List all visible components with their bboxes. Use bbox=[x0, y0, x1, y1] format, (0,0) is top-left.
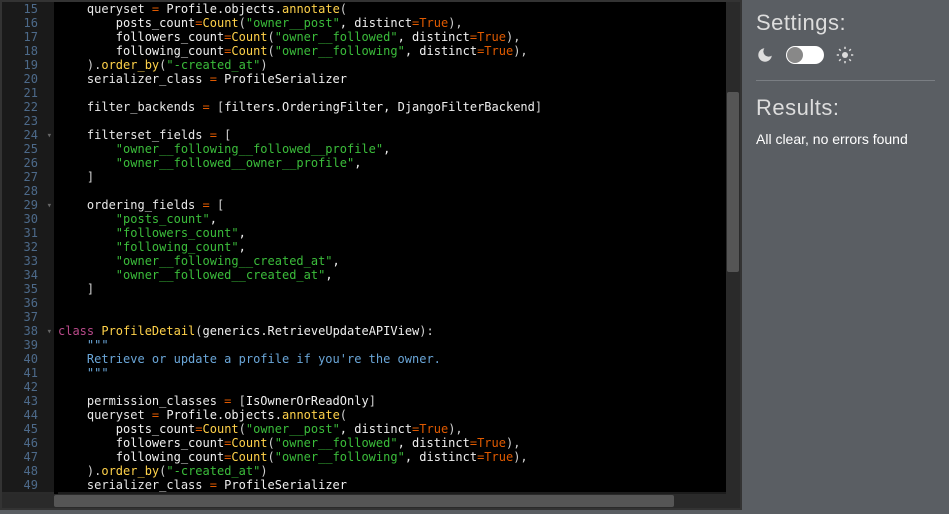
fold-chevron-icon[interactable]: ▾ bbox=[47, 325, 52, 339]
line-number: 31 bbox=[2, 226, 54, 240]
line-number: 43 bbox=[2, 394, 54, 408]
line-number: 24▾ bbox=[2, 128, 54, 142]
line-number: 37 bbox=[2, 310, 54, 324]
vertical-scrollbar-thumb[interactable] bbox=[727, 92, 739, 272]
panel-divider bbox=[756, 80, 935, 81]
horizontal-scrollbar[interactable] bbox=[2, 494, 740, 508]
code-line[interactable]: followers_count=Count("owner__followed",… bbox=[58, 30, 740, 44]
theme-toggle-knob bbox=[787, 47, 803, 63]
line-number: 32 bbox=[2, 240, 54, 254]
line-number: 38▾ bbox=[2, 324, 54, 338]
code-line[interactable]: Retrieve or update a profile if you're t… bbox=[58, 352, 740, 366]
code-line[interactable]: "owner__following__created_at", bbox=[58, 254, 740, 268]
line-number: 22 bbox=[2, 100, 54, 114]
code-line[interactable]: following_count=Count("owner__following"… bbox=[58, 450, 740, 464]
horizontal-scrollbar-thumb[interactable] bbox=[54, 495, 674, 507]
vertical-scrollbar[interactable] bbox=[726, 2, 740, 508]
line-number: 39 bbox=[2, 338, 54, 352]
theme-toggle[interactable] bbox=[786, 46, 824, 64]
line-number: 33 bbox=[2, 254, 54, 268]
line-number: 28 bbox=[2, 184, 54, 198]
fold-chevron-icon[interactable]: ▾ bbox=[47, 199, 52, 213]
code-line[interactable]: serializer_class = ProfileSerializer bbox=[58, 72, 740, 86]
theme-toggle-row bbox=[756, 46, 935, 64]
line-number: 15 bbox=[2, 2, 54, 16]
line-number: 18 bbox=[2, 44, 54, 58]
code-editor-pane[interactable]: 15161718192021222324▾2526272829▾30313233… bbox=[0, 0, 742, 510]
line-number: 49 bbox=[2, 478, 54, 492]
line-number: 36 bbox=[2, 296, 54, 310]
code-line[interactable]: "following_count", bbox=[58, 240, 740, 254]
code-line[interactable]: filterset_fields = [ bbox=[58, 128, 740, 142]
code-line[interactable]: posts_count=Count("owner__post", distinc… bbox=[58, 422, 740, 436]
code-line[interactable]: ).order_by("-created_at") bbox=[58, 464, 740, 478]
side-panel: Settings: Results: All clear, no errors … bbox=[742, 0, 949, 514]
line-number: 26 bbox=[2, 156, 54, 170]
code-line[interactable]: queryset = Profile.objects.annotate( bbox=[58, 408, 740, 422]
settings-header: Settings: bbox=[756, 10, 935, 36]
results-message: All clear, no errors found bbox=[756, 131, 935, 147]
code-line[interactable]: queryset = Profile.objects.annotate( bbox=[58, 2, 740, 16]
line-number: 20 bbox=[2, 72, 54, 86]
code-line[interactable] bbox=[58, 296, 740, 310]
code-line[interactable]: "owner__following__followed__profile", bbox=[58, 142, 740, 156]
code-line[interactable]: "owner__followed__owner__profile", bbox=[58, 156, 740, 170]
code-line[interactable]: ] bbox=[58, 282, 740, 296]
code-line[interactable]: """ bbox=[58, 338, 740, 352]
code-line[interactable]: class ProfileDetail(generics.RetrieveUpd… bbox=[58, 324, 740, 338]
line-number: 42 bbox=[2, 380, 54, 394]
code-line[interactable]: filter_backends = [filters.OrderingFilte… bbox=[58, 100, 740, 114]
line-number: 45 bbox=[2, 422, 54, 436]
line-number: 19 bbox=[2, 58, 54, 72]
line-number: 34 bbox=[2, 268, 54, 282]
line-number: 27 bbox=[2, 170, 54, 184]
line-number: 35 bbox=[2, 282, 54, 296]
line-number: 17 bbox=[2, 30, 54, 44]
code-line[interactable]: """ bbox=[58, 366, 740, 380]
line-number: 30 bbox=[2, 212, 54, 226]
line-number: 29▾ bbox=[2, 198, 54, 212]
line-number: 16 bbox=[2, 16, 54, 30]
sun-icon bbox=[836, 46, 854, 64]
code-line[interactable]: "owner__followed__created_at", bbox=[58, 268, 740, 282]
code-line[interactable]: permission_classes = [IsOwnerOrReadOnly] bbox=[58, 394, 740, 408]
code-line[interactable]: serializer_class = ProfileSerializer bbox=[58, 478, 740, 492]
code-line[interactable] bbox=[58, 380, 740, 394]
code-line[interactable] bbox=[58, 86, 740, 100]
code-line[interactable]: posts_count=Count("owner__post", distinc… bbox=[58, 16, 740, 30]
line-number: 41 bbox=[2, 366, 54, 380]
code-line[interactable] bbox=[58, 310, 740, 324]
code-line[interactable] bbox=[58, 114, 740, 128]
line-number: 21 bbox=[2, 86, 54, 100]
code-line[interactable]: "posts_count", bbox=[58, 212, 740, 226]
code-line[interactable]: ).order_by("-created_at") bbox=[58, 58, 740, 72]
code-area[interactable]: queryset = Profile.objects.annotate( pos… bbox=[54, 2, 740, 508]
code-line[interactable]: ordering_fields = [ bbox=[58, 198, 740, 212]
line-number: 40 bbox=[2, 352, 54, 366]
line-number: 23 bbox=[2, 114, 54, 128]
line-number: 47 bbox=[2, 450, 54, 464]
moon-icon bbox=[756, 46, 774, 64]
line-number: 44 bbox=[2, 408, 54, 422]
line-number-gutter: 15161718192021222324▾2526272829▾30313233… bbox=[2, 2, 54, 508]
code-line[interactable] bbox=[58, 184, 740, 198]
results-header: Results: bbox=[756, 95, 935, 121]
code-line[interactable]: followers_count=Count("owner__followed",… bbox=[58, 436, 740, 450]
code-line[interactable]: "followers_count", bbox=[58, 226, 740, 240]
line-number: 46 bbox=[2, 436, 54, 450]
fold-chevron-icon[interactable]: ▾ bbox=[47, 129, 52, 143]
code-line[interactable]: ] bbox=[58, 170, 740, 184]
code-line[interactable]: following_count=Count("owner__following"… bbox=[58, 44, 740, 58]
line-number: 48 bbox=[2, 464, 54, 478]
line-number: 25 bbox=[2, 142, 54, 156]
